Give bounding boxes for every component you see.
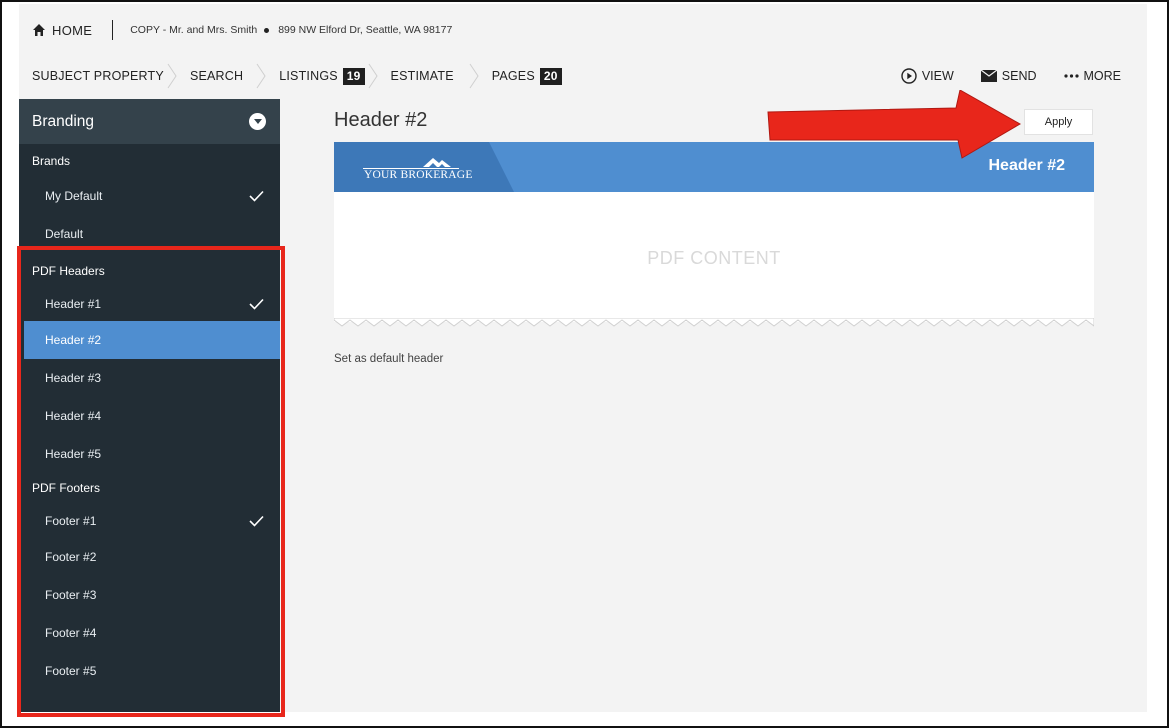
screenshot-frame: HOME COPY - Mr. and Mrs. Smith 899 NW El… [0, 0, 1169, 728]
checkmark-icon [249, 298, 264, 310]
branding-sidebar: Branding Brands My Default Default PDF H… [19, 99, 280, 712]
header-item-4[interactable]: Header #4 [19, 397, 280, 435]
footer-item-3[interactable]: Footer #3 [19, 576, 280, 614]
nav-subject-property[interactable]: SUBJECT PROPERTY [32, 69, 164, 83]
brand-item-label: My Default [45, 189, 103, 203]
torn-edge [334, 318, 1094, 327]
set-default-header-link[interactable]: Set as default header [334, 353, 443, 365]
send-button[interactable]: SEND [980, 69, 1037, 83]
listings-count-badge: 19 [342, 67, 365, 85]
footer-item-5[interactable]: Footer #5 [19, 652, 280, 690]
footer-item-label: Footer #5 [45, 664, 97, 678]
sidebar-header[interactable]: Branding [19, 99, 280, 144]
brokerage-logo-text: YOUR BROKERAGE [364, 169, 473, 181]
chevron-down-icon [253, 119, 262, 124]
pdf-content-placeholder: PDF CONTENT [647, 248, 781, 268]
footer-item-1[interactable]: Footer #1 [19, 503, 280, 538]
page-title: Header #2 [334, 109, 428, 131]
apply-button[interactable]: Apply [1024, 109, 1093, 135]
envelope-icon [980, 70, 997, 82]
footer-item-4[interactable]: Footer #4 [19, 614, 280, 652]
send-label: SEND [1001, 69, 1037, 83]
header-item-label: Header #2 [45, 333, 102, 347]
more-button[interactable]: MORE [1063, 69, 1122, 83]
ellipsis-icon [1063, 74, 1079, 78]
nav-search-label: SEARCH [189, 69, 244, 83]
view-label: VIEW [921, 69, 954, 83]
more-label: MORE [1083, 69, 1122, 83]
chevron-right-icon [167, 63, 177, 89]
nav-search[interactable]: SEARCH [190, 69, 243, 83]
divider [112, 20, 114, 40]
play-circle-icon [901, 68, 917, 84]
pdf-footers-heading: PDF Footers [32, 481, 101, 495]
home-icon[interactable] [32, 23, 46, 37]
nav-estimate-label: ESTIMATE [390, 69, 454, 83]
header-item-2[interactable]: Header #2 [24, 321, 280, 359]
chevron-right-icon [469, 63, 479, 89]
annotation-arrow-icon [767, 90, 1022, 159]
pdf-headers-heading: PDF Headers [32, 264, 105, 278]
view-button[interactable]: VIEW [901, 68, 954, 84]
header-preview: YOUR BROKERAGE Header #2 PDF CONTENT [334, 142, 1094, 332]
footer-item-label: Footer #4 [45, 626, 97, 640]
header-item-label: Header #1 [45, 296, 102, 311]
brands-heading: Brands [32, 154, 71, 168]
footer-item-2[interactable]: Footer #2 [19, 538, 280, 576]
property-address: 899 NW Elford Dr, Seattle, WA 98177 [278, 24, 453, 36]
footer-item-label: Footer #3 [45, 588, 97, 602]
footer-item-label: Footer #2 [45, 550, 97, 564]
header-item-3[interactable]: Header #3 [19, 359, 280, 397]
nav-estimate[interactable]: ESTIMATE [391, 69, 454, 83]
header-item-label: Header #4 [45, 409, 102, 423]
chevron-right-icon [368, 63, 378, 89]
checkmark-icon [249, 190, 264, 202]
home-link[interactable]: HOME [52, 23, 92, 38]
chevron-right-icon [256, 63, 266, 89]
sidebar-title: Branding [32, 112, 95, 130]
pages-count-badge: 20 [539, 67, 562, 85]
footer-item-label: Footer #1 [45, 513, 97, 528]
nav-listings-label: LISTINGS [279, 69, 338, 83]
preview-body: PDF CONTENT [334, 192, 1094, 322]
header-item-1[interactable]: Header #1 [19, 286, 280, 321]
brand-item-label: Default [45, 227, 84, 241]
action-bar: VIEW SEND MORE [874, 68, 1121, 84]
brand-item-default[interactable]: Default [19, 216, 280, 252]
nav-pages-label: PAGES [491, 69, 535, 83]
nav-pages[interactable]: PAGES 20 [491, 67, 562, 85]
top-bar: HOME COPY - Mr. and Mrs. Smith 899 NW El… [19, 4, 1147, 99]
nav-subject-property-label: SUBJECT PROPERTY [32, 69, 164, 83]
client-name: COPY - Mr. and Mrs. Smith [130, 24, 258, 36]
header-item-label: Header #3 [45, 371, 102, 385]
brand-item-my-default[interactable]: My Default [19, 176, 280, 216]
header-item-5[interactable]: Header #5 [19, 435, 280, 473]
breadcrumb: HOME COPY - Mr. and Mrs. Smith 899 NW El… [32, 20, 452, 40]
collapse-toggle[interactable] [249, 113, 266, 130]
header-item-label: Header #5 [45, 447, 102, 461]
checkmark-icon [249, 515, 264, 527]
nav-listings[interactable]: LISTINGS 19 [279, 67, 365, 85]
separator-dot [264, 27, 270, 33]
